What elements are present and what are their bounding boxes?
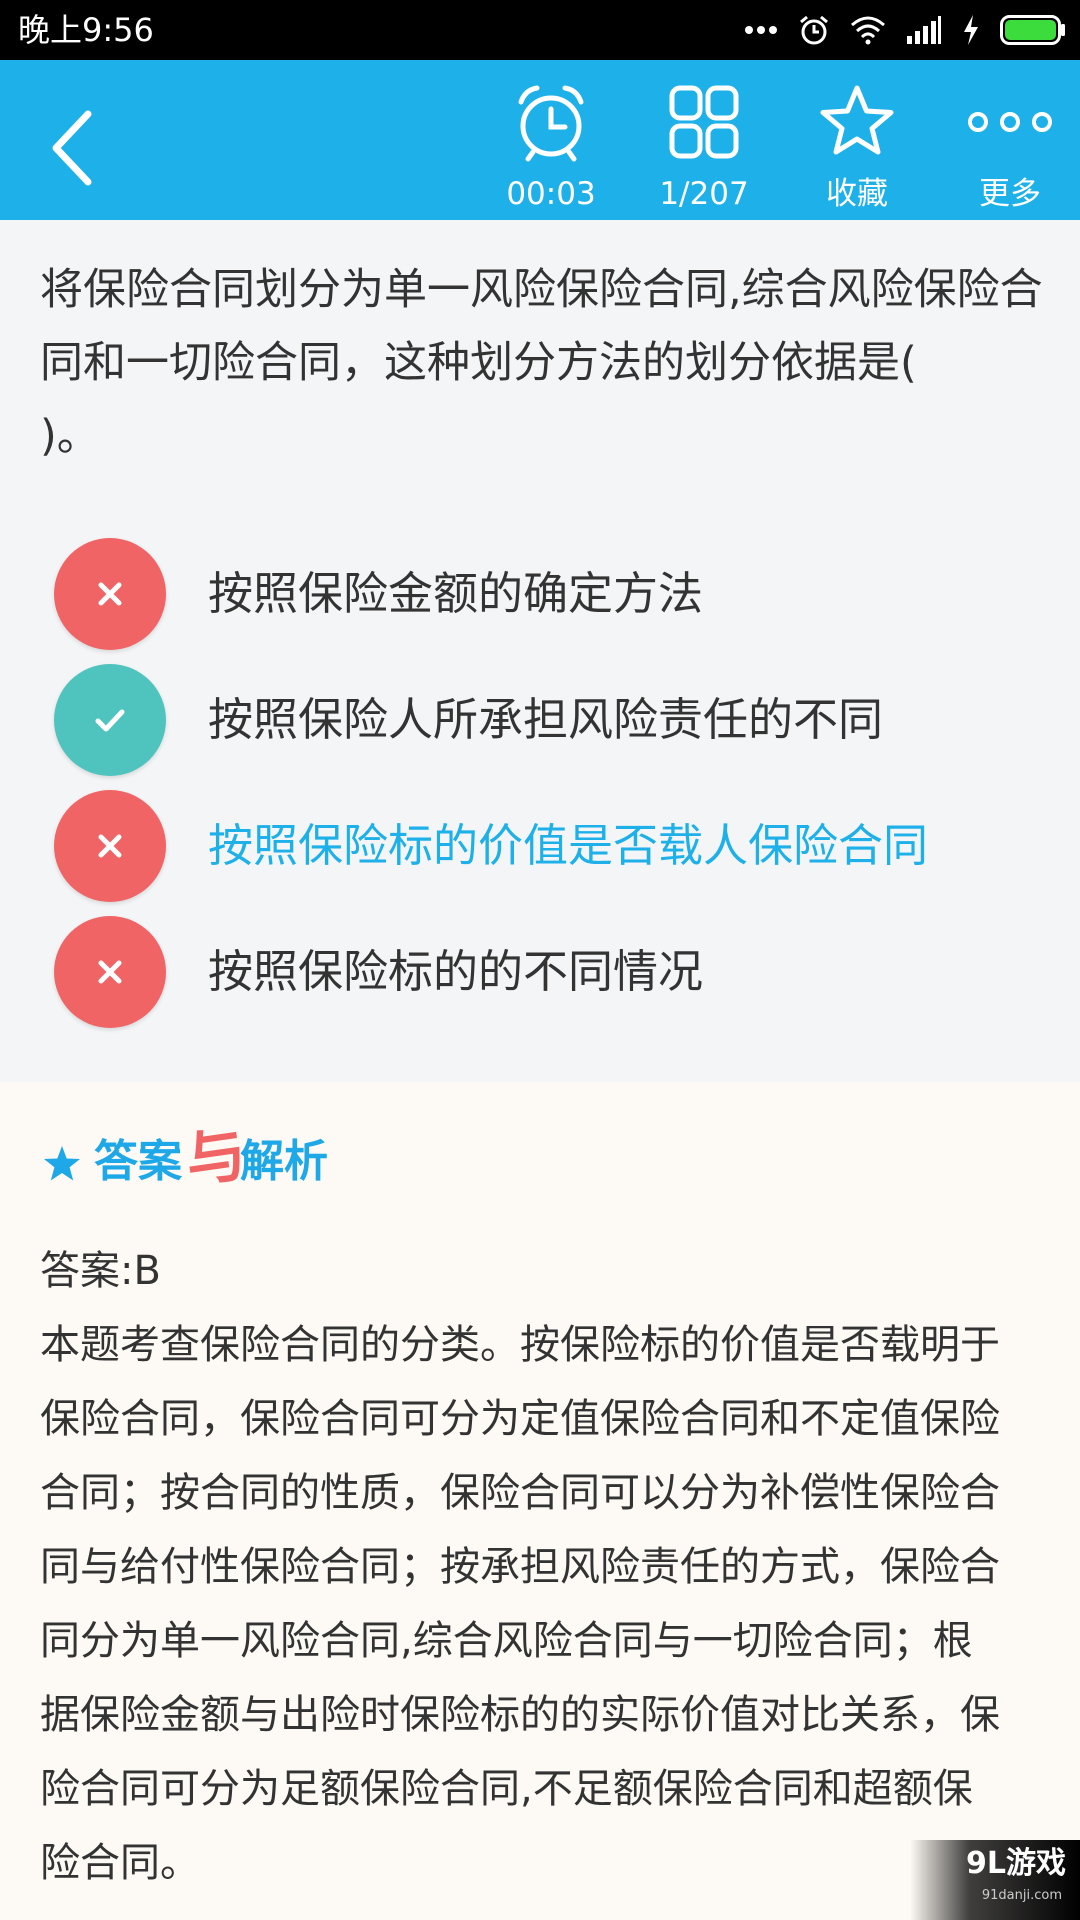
question-panel: 将保险合同划分为单一风险保险合同,综合风险保险合同和一切险合同，这种划分方法的划…: [0, 220, 1080, 1082]
explanation-text: 本题考查保险合同的分类。按保险标的价值是否载明于保险合同，保险合同可分为定值保险…: [40, 1322, 1000, 1886]
status-bar: 晚上9:56: [0, 0, 1080, 60]
more-label: 更多: [979, 176, 1041, 212]
toolbar: 00:03 1/207 收藏 更多: [0, 60, 1080, 220]
close-icon: [98, 582, 122, 606]
analysis-body: 答案:B 本题考查保险合同的分类。按保险标的价值是否载明于保险合同，保险合同可分…: [40, 1234, 1000, 1900]
watermark-url: 91danji.com: [981, 1888, 1062, 1903]
question-grid-button[interactable]: 1/207: [629, 70, 779, 212]
grid-icon: [669, 85, 739, 159]
favorite-button[interactable]: 收藏: [782, 70, 932, 212]
watermark-logo: 9L游戏 91danji.com: [910, 1840, 1080, 1920]
timer-button[interactable]: 00:03: [476, 70, 626, 212]
timer-label: 00:03: [506, 176, 596, 212]
option-c-label: 按照保险标的价值是否载人保险合同: [208, 819, 929, 872]
status-icons: [744, 8, 1066, 52]
wifi-icon: [851, 16, 885, 45]
option-b[interactable]: 按照保险人所承担风险责任的不同: [0, 660, 1080, 780]
signal-icon: [907, 16, 941, 44]
star-icon: [820, 85, 894, 155]
alarm-icon: [800, 15, 828, 45]
option-d[interactable]: 按照保险标的的不同情况: [0, 912, 1080, 1032]
option-a[interactable]: 按照保险金额的确定方法: [0, 534, 1080, 654]
analysis-panel: 答案 与 解析 答案:B 本题考查保险合同的分类。按保险标的价值是否载明于保险合…: [0, 1082, 1080, 1920]
favorite-label: 收藏: [826, 176, 888, 212]
more-dots-icon: [968, 112, 1052, 132]
watermark-text: 9L游戏: [966, 1846, 1066, 1881]
more-dots-icon: [745, 26, 777, 34]
answer-line: 答案:B: [40, 1248, 161, 1294]
heading-analysis-text: 解析: [240, 1136, 328, 1187]
option-a-label: 按照保险金额的确定方法: [208, 567, 704, 620]
battery-icon: [1000, 15, 1065, 45]
option-b-label: 按照保险人所承担风险责任的不同: [208, 693, 884, 746]
close-icon: [98, 834, 122, 858]
check-icon: [95, 709, 125, 732]
star-icon: [44, 1146, 80, 1181]
close-icon: [98, 960, 122, 984]
option-c-marker: [54, 790, 166, 902]
alarm-clock-icon: [518, 85, 584, 162]
heading-answer-text: 答案: [94, 1136, 182, 1187]
back-button[interactable]: [40, 96, 120, 196]
question-text: 将保险合同划分为单一风险保险合同,综合风险保险合同和一切险合同，这种划分方法的划…: [40, 265, 1043, 461]
option-b-marker: [54, 664, 166, 776]
option-a-marker: [54, 538, 166, 650]
question-count-label: 1/207: [659, 176, 749, 212]
option-d-marker: [54, 916, 166, 1028]
option-d-label: 按照保险标的的不同情况: [208, 945, 704, 998]
status-time: 晚上9:56: [18, 11, 154, 49]
more-button[interactable]: 更多: [935, 70, 1080, 212]
charging-icon: [964, 15, 978, 45]
option-c[interactable]: 按照保险标的价值是否载人保险合同: [0, 786, 1080, 906]
chevron-left-icon: [52, 110, 92, 186]
